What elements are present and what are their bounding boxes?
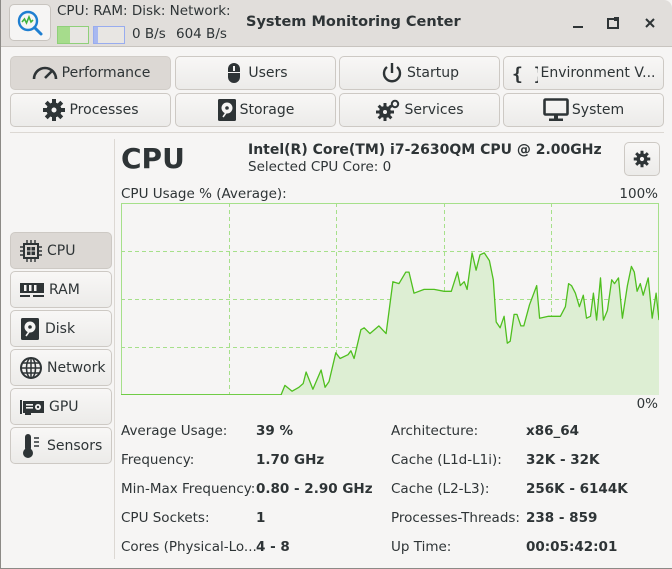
stat-value: 00:05:42:01 [526, 539, 618, 555]
tabs-divider [10, 132, 664, 133]
cpu-model: Intel(R) Core(TM) i7-2630QM CPU @ 2.00GH… [248, 142, 602, 158]
cpu-chip-icon [20, 239, 42, 262]
selected-core: Selected CPU Core: 0 [248, 159, 392, 175]
stat-value: 256K - 6144K [526, 481, 628, 497]
cpu-usage-bar [57, 26, 89, 44]
stat-label: Average Usage: [121, 423, 228, 439]
sidebar-item-gpu[interactable]: GPU [10, 388, 112, 425]
tab-startup[interactable]: Startup [339, 56, 500, 90]
sidebar-item-ram[interactable]: RAM [10, 271, 112, 308]
tab-system[interactable]: System [503, 93, 664, 127]
stat-label: Frequency: [121, 452, 195, 468]
monitor-labels: CPU: RAM: Disk: Network: [57, 3, 231, 19]
chart-title: CPU Usage % (Average): [121, 186, 287, 202]
stat-label: Cache (L2-L3): [391, 481, 490, 497]
sidebar-item-sensors[interactable]: Sensors [10, 427, 112, 464]
stat-value: 4 - 8 [256, 539, 290, 555]
stat-label: Processes-Threads: [391, 510, 520, 526]
globe-icon [20, 356, 42, 379]
monitor-icon [543, 98, 569, 121]
sidebar-item-label: RAM [49, 281, 80, 298]
restore-button[interactable] [602, 12, 624, 34]
ram-usage-bar [93, 26, 125, 44]
tab-label: System [571, 102, 625, 118]
tab-label: Startup [407, 65, 459, 81]
harddisk-icon [21, 317, 39, 340]
ram-icon [20, 282, 44, 297]
thermometer-icon [23, 433, 39, 458]
stat-label: Cores (Physical-Lo... [121, 539, 257, 555]
minimize-icon [573, 26, 583, 28]
chart-min-label: 0% [636, 396, 658, 412]
stat-label: Min-Max Frequency: [121, 481, 256, 497]
gears-icon [376, 99, 400, 121]
close-button[interactable] [639, 12, 661, 34]
tab-storage[interactable]: Storage [175, 93, 336, 127]
tab-label: Environment V... [540, 65, 656, 81]
stat-label: Architecture: [391, 423, 479, 439]
tab-environment-variables[interactable]: { } Environment V... [503, 56, 664, 90]
sidebar-item-label: Sensors [47, 437, 103, 454]
tab-performance[interactable]: Performance [10, 56, 171, 90]
sidebar-item-label: CPU [47, 242, 76, 259]
harddisk-icon [217, 99, 236, 121]
stat-value: 238 - 859 [526, 510, 598, 526]
stat-label: CPU Sockets: [121, 510, 210, 526]
ram-usage-bar-fill [94, 27, 98, 43]
cpu-usage-bar-fill [58, 27, 70, 43]
braces-icon: { } [512, 64, 538, 83]
title-bar: CPU: RAM: Disk: Network: 0 B/s 604 B/s S… [1, 0, 672, 47]
stat-value: x86_64 [526, 423, 580, 439]
stat-value: 32K - 32K [526, 452, 600, 468]
sidebar-item-label: Network [47, 359, 106, 376]
tab-label: Users [248, 65, 288, 81]
disk-rate: 0 B/s [132, 26, 166, 42]
svg-text:{ }: { } [512, 64, 538, 83]
tab-label: Performance [61, 65, 151, 81]
stat-value: 1 [256, 510, 266, 526]
gear-icon [43, 99, 66, 121]
speedometer-icon [32, 66, 57, 80]
minimize-button[interactable] [567, 12, 589, 34]
gpu-card-icon [20, 399, 44, 415]
stat-value: 0.80 - 2.90 GHz [256, 481, 373, 497]
gear-icon [633, 150, 651, 168]
app-menu-button[interactable] [9, 4, 51, 41]
window-title: System Monitoring Center [246, 14, 461, 30]
stat-value: 1.70 GHz [256, 452, 325, 468]
restore-icon [607, 17, 619, 29]
mouse-icon [228, 63, 241, 83]
sidebar-item-label: GPU [49, 398, 79, 415]
sidebar-item-network[interactable]: Network [10, 349, 112, 386]
sidebar-divider [114, 139, 115, 559]
page-title: CPU [121, 142, 185, 175]
cpu-usage-chart [121, 203, 659, 395]
tab-label: Storage [239, 102, 295, 118]
close-icon [645, 18, 655, 28]
sidebar-item-label: Disk [45, 320, 76, 337]
tab-users[interactable]: Users [175, 56, 336, 90]
app-logo-icon [17, 10, 43, 35]
tab-label: Processes [69, 102, 139, 118]
tab-services[interactable]: Services [339, 93, 500, 127]
app-window: CPU: RAM: Disk: Network: 0 B/s 604 B/s S… [0, 0, 672, 569]
stat-label: Cache (L1d-L1i): [391, 452, 502, 468]
tab-processes[interactable]: Processes [10, 93, 171, 127]
power-icon [382, 63, 402, 83]
stat-label: Up Time: [391, 539, 452, 555]
sidebar-item-disk[interactable]: Disk [10, 310, 112, 347]
tab-label: Services [404, 102, 464, 118]
network-rate: 604 B/s [176, 26, 227, 42]
chart-max-label: 100% [619, 186, 658, 202]
sidebar-item-cpu[interactable]: CPU [10, 232, 112, 269]
settings-button[interactable] [624, 142, 660, 176]
stat-value: 39 % [256, 423, 294, 439]
